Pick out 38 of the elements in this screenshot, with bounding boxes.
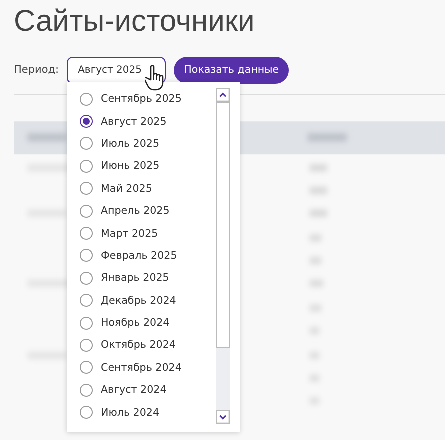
radio-button[interactable]: [80, 361, 93, 374]
option-label[interactable]: Июнь 2025: [101, 160, 160, 172]
radio-button[interactable]: [80, 384, 93, 397]
show-data-button[interactable]: Показать данные: [174, 56, 290, 84]
option-label[interactable]: Май 2025: [101, 182, 152, 195]
radio-button[interactable]: [80, 137, 93, 150]
option-label[interactable]: Октябрь 2024: [101, 339, 176, 352]
scroll-down-icon[interactable]: [216, 410, 230, 424]
page-title: Сайты-источники: [14, 4, 256, 40]
radio-button[interactable]: [80, 160, 93, 173]
option-label[interactable]: Сентябрь 2024: [101, 362, 182, 374]
radio-button[interactable]: [80, 338, 93, 352]
radio-button[interactable]: [80, 92, 93, 106]
radio-button[interactable]: [80, 182, 93, 196]
radio-button[interactable]: [80, 249, 93, 262]
radio-button[interactable]: [80, 316, 93, 330]
radio-button[interactable]: [80, 272, 93, 285]
scroll-up-icon[interactable]: [216, 88, 230, 102]
option-label[interactable]: Январь 2025: [101, 272, 170, 284]
period-label: Период:: [14, 64, 60, 76]
period-select[interactable]: Август 2025: [67, 56, 166, 84]
option-label[interactable]: Сентябрь 2025: [101, 93, 182, 106]
option-label[interactable]: Июль 2024: [101, 406, 160, 419]
option-label[interactable]: Март 2025: [101, 228, 158, 240]
option-label[interactable]: Февраль 2025: [101, 250, 178, 262]
option-label[interactable]: Август 2025: [101, 116, 167, 128]
option-label[interactable]: Август 2024: [101, 384, 167, 396]
option-label[interactable]: Апрель 2025: [101, 205, 170, 218]
radio-button[interactable]: [80, 227, 93, 240]
option-label[interactable]: Ноябрь 2024: [101, 317, 170, 330]
option-label[interactable]: Июль 2025: [101, 138, 160, 150]
radio-button[interactable]: [80, 294, 93, 308]
radio-button[interactable]: [80, 204, 93, 218]
radio-button[interactable]: [80, 406, 93, 420]
radio-button[interactable]: [80, 115, 93, 128]
option-label[interactable]: Декабрь 2024: [101, 294, 176, 307]
scrollbar[interactable]: [216, 88, 230, 424]
scroll-thumb[interactable]: [216, 102, 230, 348]
